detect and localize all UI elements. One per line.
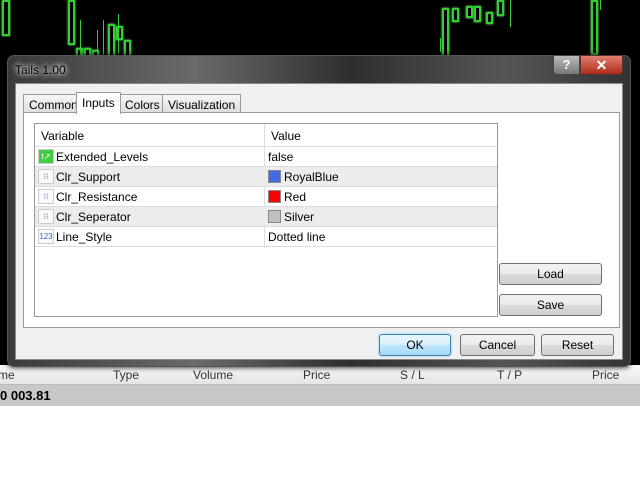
variable-name: Clr_Resistance [56, 190, 138, 204]
input-row[interactable]: t↗ Extended_Levels false [35, 147, 497, 167]
dialog-title: Tails 1.00 [15, 63, 66, 77]
variable-name: Clr_Support [56, 170, 121, 184]
variable-value: Dotted line [268, 230, 326, 244]
color-swatch [268, 190, 281, 203]
color-icon: ⁝⁝ [38, 209, 54, 224]
candle [497, 0, 504, 16]
value-cell[interactable]: false [265, 147, 497, 167]
column-tp[interactable]: T / P [497, 368, 522, 382]
save-button[interactable]: Save [499, 294, 602, 316]
tab-inputs[interactable]: Inputs [76, 92, 121, 114]
color-icon: ⁝⁝ [38, 189, 54, 204]
variable-value: false [268, 150, 294, 164]
value-cell[interactable]: Silver [265, 207, 497, 227]
variable-name: Line_Style [56, 230, 113, 244]
input-row[interactable]: ⁝⁝ Clr_Support RoyalBlue [35, 167, 497, 187]
candle-wick [80, 20, 81, 56]
bool-icon: t↗ [38, 149, 54, 164]
candle-wick [103, 20, 104, 55]
variable-name: Clr_Seperator [56, 210, 131, 224]
color-swatch [268, 210, 281, 223]
terminal-table-header: me Type Volume Price S / L T / P Price [0, 365, 640, 385]
column-price[interactable]: Price [303, 368, 330, 382]
color-swatch [268, 170, 281, 183]
variable-name: Extended_Levels [56, 150, 149, 164]
candle-wick [118, 14, 119, 54]
variable-value: RoyalBlue [284, 170, 339, 184]
candle [2, 0, 10, 36]
candle [466, 6, 473, 18]
load-button[interactable]: Load [499, 263, 602, 285]
number-icon: 123 [38, 229, 54, 244]
candle-wick [600, 0, 601, 10]
balance-row: 0 003.81 [0, 385, 640, 406]
candle [591, 0, 598, 55]
value-cell[interactable]: RoyalBlue [265, 167, 497, 187]
reset-button[interactable]: Reset [541, 334, 614, 356]
input-row[interactable]: ⁝⁝ Clr_Seperator Silver [35, 207, 497, 227]
tab-visualization[interactable]: Visualization [162, 94, 242, 113]
column-type[interactable]: Type [113, 368, 139, 382]
variable-value: Red [284, 190, 307, 204]
inputs-grid: Variable Value t↗ Extended_Levels false ⁝⁝ C… [34, 123, 498, 317]
candle [68, 0, 75, 45]
input-row[interactable]: ⁝⁝ Clr_Resistance Red [35, 187, 497, 207]
value-cell[interactable]: Dotted line [265, 227, 497, 247]
candle [486, 12, 493, 24]
ok-button[interactable]: OK [379, 334, 451, 356]
header-value[interactable]: Value [271, 129, 301, 143]
help-button[interactable]: ? [553, 55, 580, 75]
candle [442, 8, 449, 60]
column-price-current[interactable]: Price [592, 368, 619, 382]
variable-value: Silver [284, 210, 315, 224]
value-cell[interactable]: Red [265, 187, 497, 207]
candle [474, 6, 481, 22]
tab-colors[interactable]: Colors [119, 94, 166, 113]
grid-header: Variable Value [35, 124, 497, 147]
candle [452, 8, 459, 22]
candle-wick [510, 0, 511, 27]
column-time[interactable]: me [0, 368, 15, 382]
inputs-panel: Variable Value t↗ Extended_Levels false ⁝⁝ C… [23, 112, 620, 328]
close-button[interactable]: ✕ [580, 55, 623, 75]
balance-text: 0 003.81 [0, 388, 51, 403]
candle-wick [440, 38, 441, 52]
color-icon: ⁝⁝ [38, 169, 54, 184]
column-sl[interactable]: S / L [400, 368, 425, 382]
cancel-button[interactable]: Cancel [460, 334, 535, 356]
tab-common[interactable]: Common [23, 94, 84, 113]
header-variable[interactable]: Variable [41, 129, 84, 143]
input-row[interactable]: 123 Line_Style Dotted line [35, 227, 497, 247]
indicator-properties-dialog: Tails 1.00 ? ✕ Common Inputs Colors Visu… [7, 55, 631, 367]
column-volume[interactable]: Volume [193, 368, 233, 382]
candle-wick [97, 30, 98, 55]
dialog-client: Common Inputs Colors Visualization Varia… [15, 83, 623, 360]
